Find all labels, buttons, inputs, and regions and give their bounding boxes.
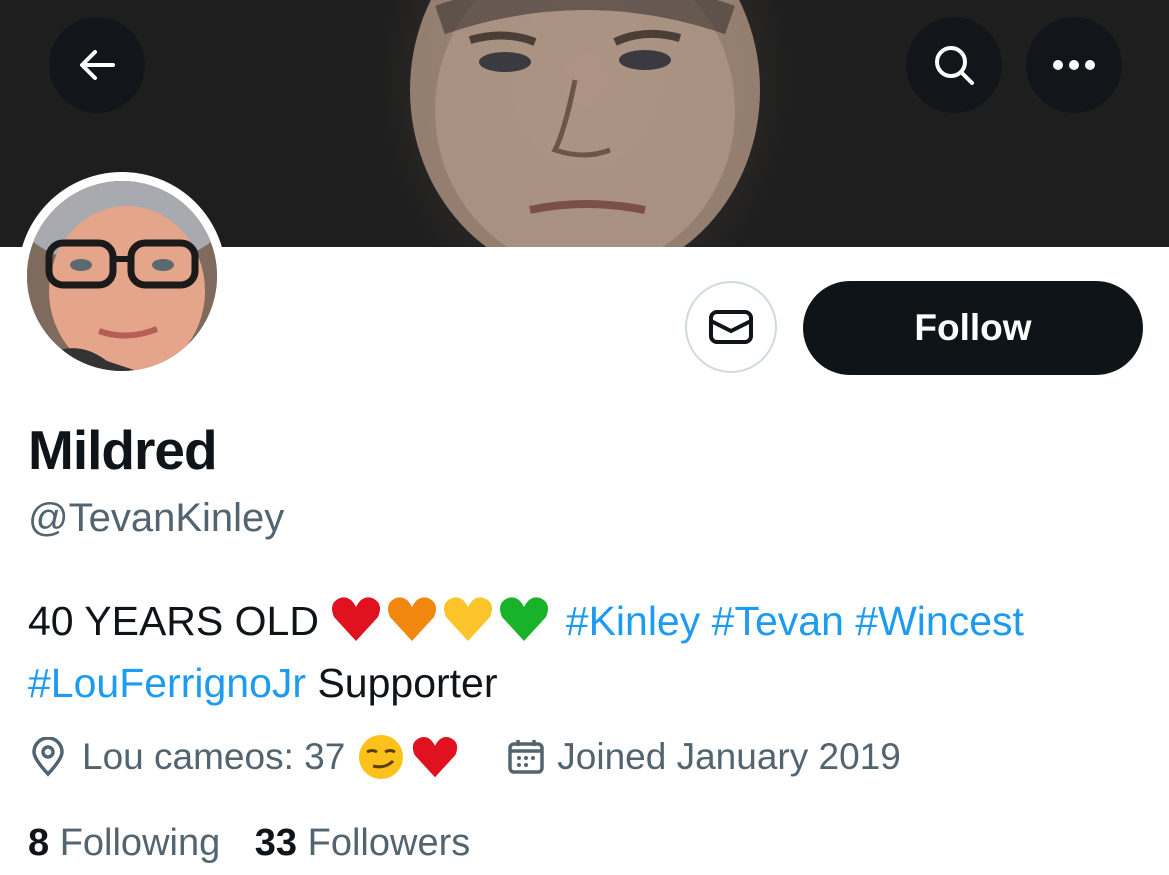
orange-heart-icon [388,597,437,641]
search-button[interactable] [906,17,1002,113]
calendar-icon [508,740,545,774]
hashtag-link[interactable]: #Wincest [855,598,1024,644]
profile-name: Mildred [28,419,218,481]
red-heart-icon [332,597,381,641]
location: Lou cameos: 37 [28,733,459,781]
location-text: Lou cameos: 37 [82,736,346,777]
bio-text: Supporter [317,660,498,706]
bio-text: 40 YEARS OLD [28,598,319,644]
avatar[interactable] [27,181,217,371]
follow-stats: 8 Following 33 Followers [28,822,470,865]
joined-text: Joined January 2019 [557,736,901,777]
back-button[interactable] [49,17,145,113]
search-icon [935,46,974,85]
following-count: 8 [28,822,50,864]
yellow-heart-icon [444,597,493,641]
profile-meta: Lou cameos: 37 Joined January 2019 [28,733,901,781]
banner-photo [410,0,760,247]
avatar-photo [27,181,217,371]
profile-bio: 40 YEARS OLD #Kinley #Tevan #Wincest #Lo… [28,590,1148,714]
hashtag-link[interactable]: #Kinley [566,598,700,644]
follow-button[interactable]: Follow [803,281,1143,375]
hashtag-link[interactable]: #Tevan [712,598,844,644]
followers-label: Followers [307,822,471,864]
followers-link[interactable]: 33 Followers [255,822,470,864]
hashtag-link[interactable]: #LouFerrignoJr [28,660,306,706]
following-label: Following [59,822,221,864]
message-button[interactable] [685,281,777,373]
more-horizontal-icon [1053,60,1095,70]
following-link[interactable]: 8 Following [28,822,220,864]
followers-count: 33 [254,822,298,864]
location-pin-icon [32,737,64,777]
envelope-icon [709,310,753,344]
smirking-face-icon [359,735,404,779]
green-heart-icon [500,597,549,641]
more-button[interactable] [1026,17,1122,113]
profile-handle: @TevanKinley [28,496,285,540]
arrow-left-icon [80,50,115,80]
red-heart-icon [413,737,458,778]
joined-date: Joined January 2019 [507,736,901,778]
